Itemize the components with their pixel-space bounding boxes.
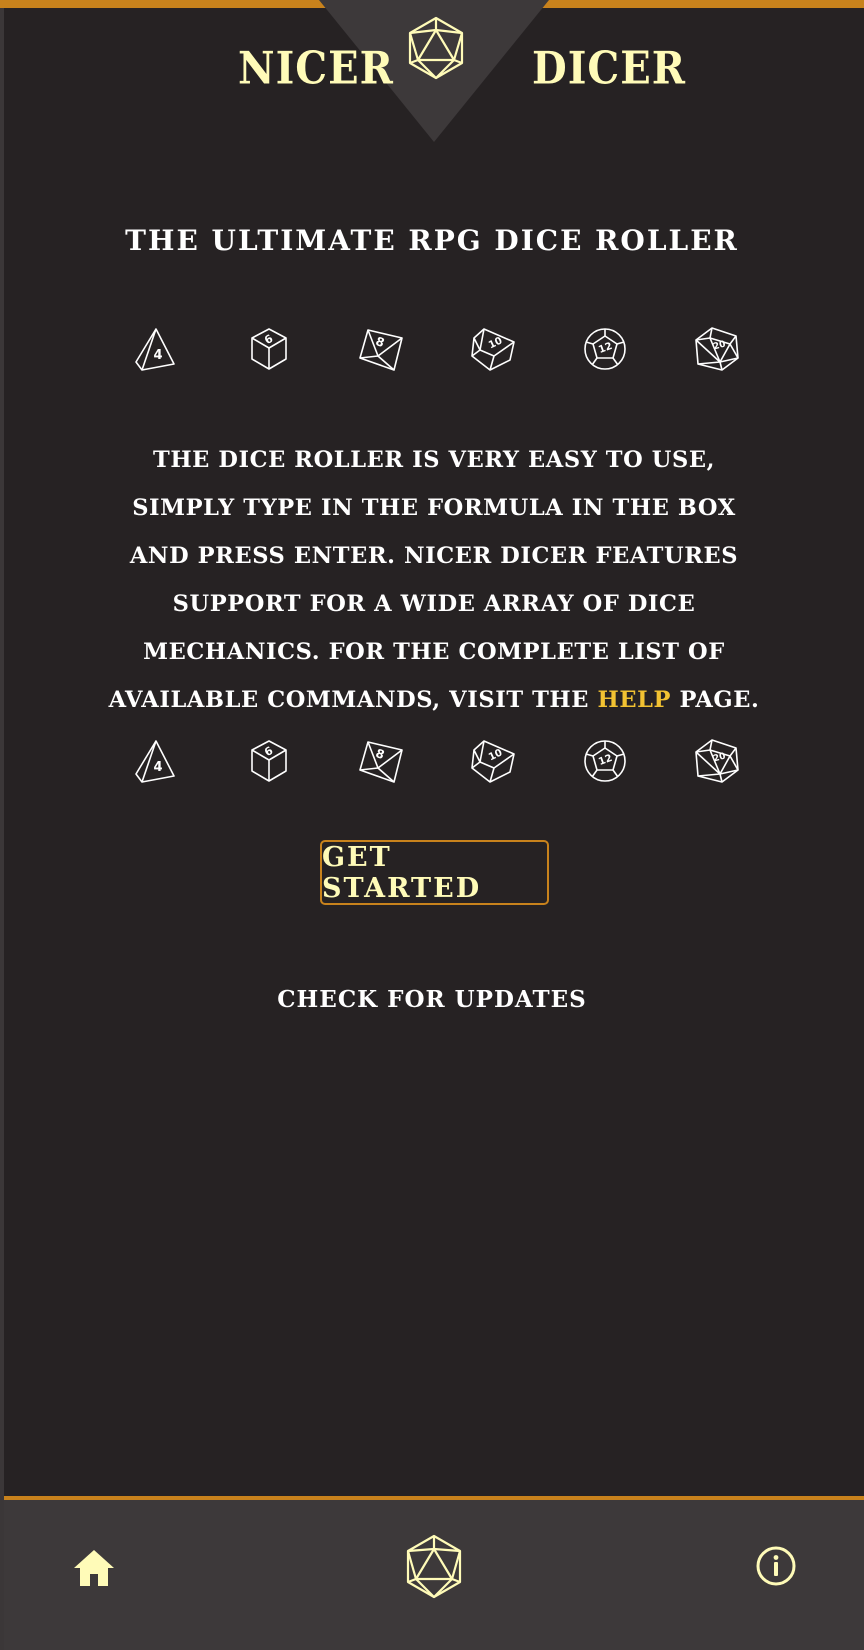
description-text-end: PAGE. (671, 687, 760, 713)
d4-icon: 4 (135, 328, 175, 371)
info-icon[interactable] (754, 1544, 798, 1588)
d4-icon: 4 (135, 740, 175, 783)
intro-description: THE DICE ROLLER IS VERY EASY TO USE, SIM… (100, 436, 768, 724)
check-updates-link[interactable]: CHECK FOR UPDATES (0, 986, 864, 1013)
d12-icon: 12 (584, 740, 626, 782)
app-title-left: NICER (238, 42, 394, 95)
d4-label: 4 (153, 760, 162, 775)
get-started-button[interactable]: GET STARTED (320, 840, 549, 905)
d10-icon: 10 (471, 328, 515, 371)
d20-label: 20 (712, 751, 727, 764)
d20-label: 20 (712, 339, 727, 352)
dice-row-bottom: 4 6 8 10 12 20 (128, 738, 748, 788)
d6-icon: 6 (251, 740, 287, 782)
dice-row-top: 4 6 8 10 12 20 (128, 326, 748, 376)
help-link[interactable]: HELP (597, 687, 671, 713)
d4-label: 4 (153, 348, 162, 363)
description-text: THE DICE ROLLER IS VERY EASY TO USE, SIM… (108, 447, 739, 713)
d10-label: 10 (487, 335, 504, 351)
d8-label: 8 (374, 334, 387, 350)
d20-nav-icon[interactable] (404, 1534, 464, 1600)
d8-label: 8 (374, 746, 387, 762)
d12-icon: 12 (584, 328, 626, 370)
d8-icon: 8 (359, 741, 403, 783)
bottom-nav (4, 1500, 864, 1650)
d12-label: 12 (597, 753, 614, 768)
d10-icon: 10 (471, 740, 515, 783)
d6-icon: 6 (251, 328, 287, 370)
d8-icon: 8 (359, 329, 403, 371)
d20-logo-icon[interactable] (406, 16, 466, 80)
home-icon[interactable] (70, 1546, 118, 1590)
d20-icon: 20 (695, 327, 739, 371)
page-tagline: THE ULTIMATE RPG DICE ROLLER (125, 224, 739, 257)
d12-label: 12 (597, 341, 614, 356)
d20-icon: 20 (695, 739, 739, 783)
app-title-right: DICER (532, 42, 686, 95)
d10-label: 10 (487, 747, 504, 763)
